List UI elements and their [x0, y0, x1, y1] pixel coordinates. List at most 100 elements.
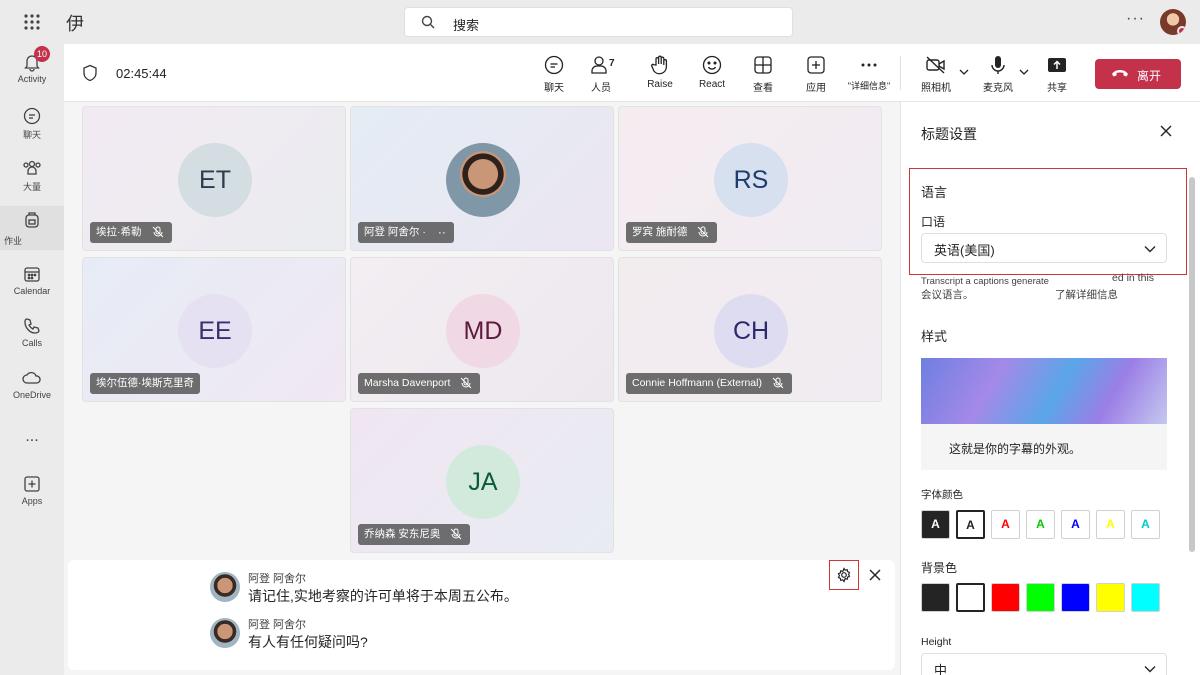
participant-avatar: EE [178, 294, 252, 368]
background-color-swatch[interactable] [1096, 583, 1125, 612]
rail-label: 大量 [22, 182, 41, 192]
chat-button[interactable]: 聊天 [532, 54, 576, 94]
rail-assignments[interactable]: 作业 [0, 206, 64, 250]
share-button[interactable]: 共享 [1035, 54, 1079, 94]
background-color-swatch[interactable] [991, 583, 1020, 612]
font-color-label: 字体颜色 [921, 489, 963, 501]
font-color-swatch[interactable]: A [921, 510, 950, 539]
participant-name-text: 罗宾 施耐德 [632, 226, 688, 238]
mic-button[interactable]: 麦克风 [976, 54, 1020, 94]
more-options-icon[interactable]: ··· [1126, 10, 1145, 28]
background-color-swatch[interactable] [1061, 583, 1090, 612]
react-button[interactable]: React [690, 54, 734, 90]
rail-label: 聊天 [22, 130, 41, 140]
more-apps-icon: ... [25, 428, 39, 445]
caption-settings-button[interactable] [829, 560, 859, 590]
hand-icon [651, 55, 668, 75]
more-button[interactable]: "详细信息" [838, 54, 900, 92]
rail-more[interactable]: ... [0, 428, 64, 446]
camera-options-chevron-icon[interactable] [959, 68, 969, 76]
participant-tile[interactable]: JA 乔纳森 安东尼奥 [350, 408, 614, 553]
raise-hand-button[interactable]: Raise [638, 54, 682, 90]
background-color-swatch[interactable] [1026, 583, 1055, 612]
camera-off-icon [926, 56, 945, 74]
people-label: 人员 [591, 83, 611, 94]
font-color-swatch[interactable]: A [991, 510, 1020, 539]
background-color-swatch[interactable] [956, 583, 985, 612]
search-icon [421, 15, 435, 29]
camera-button[interactable]: 照相机 [914, 54, 958, 94]
close-icon[interactable] [868, 568, 882, 582]
rail-label: Calendar [13, 286, 51, 296]
backpack-icon [25, 212, 39, 228]
font-color-swatch[interactable]: A [1026, 510, 1055, 539]
view-label: 查看 [753, 83, 773, 94]
rail-label: 作业 [4, 236, 23, 246]
learn-more-link[interactable]: 了解详细信息 [1055, 287, 1118, 302]
rail-label: Apps [21, 496, 43, 506]
apps-button[interactable]: 应用 [794, 54, 838, 94]
mic-muted-icon [461, 377, 472, 389]
rail-calendar[interactable]: Calendar [0, 264, 64, 296]
title-bar: 伊 搜索 ··· [0, 0, 1200, 44]
font-color-swatch[interactable]: A [1061, 510, 1090, 539]
rail-onedrive[interactable]: OneDrive [0, 368, 64, 400]
profile-avatar[interactable] [1160, 9, 1186, 35]
share-icon [1048, 58, 1066, 72]
participant-name: 埃尔伍德·埃斯克里奇 [90, 373, 200, 394]
participant-tile[interactable]: ET 埃拉·希勒 [82, 106, 346, 251]
presence-busy-icon [1177, 26, 1186, 35]
leave-label: 离开 [1137, 69, 1162, 83]
panel-scrollbar[interactable] [1189, 177, 1195, 552]
participant-tile[interactable]: RS 罗宾 施耐德 [618, 106, 882, 251]
more-icon[interactable]: ·· [438, 222, 446, 243]
rail-chat[interactable]: 聊天 [0, 106, 64, 141]
caption-text: 请记住,实地考察的许可单将于本周五公布。 [248, 588, 518, 604]
gear-icon [837, 567, 851, 583]
spoken-language-value: 英语(美国) [934, 243, 995, 258]
more-label: "详细信息" [847, 81, 891, 91]
caption-preview: 这就是你的字幕的外观。 [921, 358, 1167, 470]
view-button[interactable]: 查看 [741, 54, 785, 94]
caption-settings-panel: 标题设置 语言 口语 英语(美国) Transcript a captions … [900, 102, 1200, 675]
font-color-swatch[interactable]: A [1131, 510, 1160, 539]
participant-tile[interactable]: CH Connie Hoffmann (External) [618, 257, 882, 402]
participant-name-text: 乔纳森 安东尼奥 [364, 528, 441, 540]
rail-activity[interactable]: 10 Activity [0, 46, 64, 84]
font-color-swatch[interactable]: A [1096, 510, 1125, 539]
height-dropdown[interactable]: 中 [921, 653, 1167, 675]
spoken-language-dropdown[interactable]: 英语(美国) [921, 233, 1167, 263]
search-input[interactable]: 搜索 [404, 7, 793, 37]
leave-button[interactable]: 离开 [1095, 59, 1181, 89]
background-color-swatch[interactable] [921, 583, 950, 612]
participant-name-text: 埃尔伍德·埃斯克里奇 [96, 377, 194, 389]
caption-speaker: 阿登 阿舍尔 [248, 619, 307, 631]
chevron-down-icon [1144, 246, 1156, 253]
speaker-avatar [210, 572, 240, 602]
close-icon[interactable] [1159, 124, 1173, 138]
app-rail: 10 Activity 聊天 大量 作业 Calendar Calls OneD… [0, 44, 64, 675]
calendar-icon [24, 267, 40, 282]
apps-label: 应用 [806, 83, 826, 94]
background-color-swatch[interactable] [1131, 583, 1160, 612]
height-label: Height [921, 636, 952, 648]
panel-title: 标题设置 [921, 126, 977, 142]
language-heading: 语言 [921, 185, 948, 200]
participant-name: 阿登 阿舍尔 · ·· [358, 222, 454, 243]
people-button[interactable]: 7 人员 [579, 54, 623, 94]
rail-apps[interactable]: Apps [0, 474, 64, 506]
microphone-icon [991, 56, 1005, 74]
cloud-icon [22, 371, 41, 384]
participant-tile[interactable]: MD Marsha Davenport [350, 257, 614, 402]
camera-label: 照相机 [921, 83, 951, 94]
app-launcher-icon[interactable] [22, 12, 42, 32]
rail-calls[interactable]: Calls [0, 316, 64, 348]
chat-icon [544, 55, 564, 75]
rail-teams[interactable]: 大量 [0, 158, 64, 193]
participant-tile[interactable]: EE 埃尔伍德·埃斯克里奇 [82, 257, 346, 402]
font-color-swatch[interactable]: A [956, 510, 985, 539]
rail-label: OneDrive [12, 390, 51, 400]
participant-tile[interactable]: 阿登 阿舍尔 · ·· [350, 106, 614, 251]
shield-icon[interactable] [82, 64, 98, 82]
mic-options-chevron-icon[interactable] [1019, 68, 1029, 76]
